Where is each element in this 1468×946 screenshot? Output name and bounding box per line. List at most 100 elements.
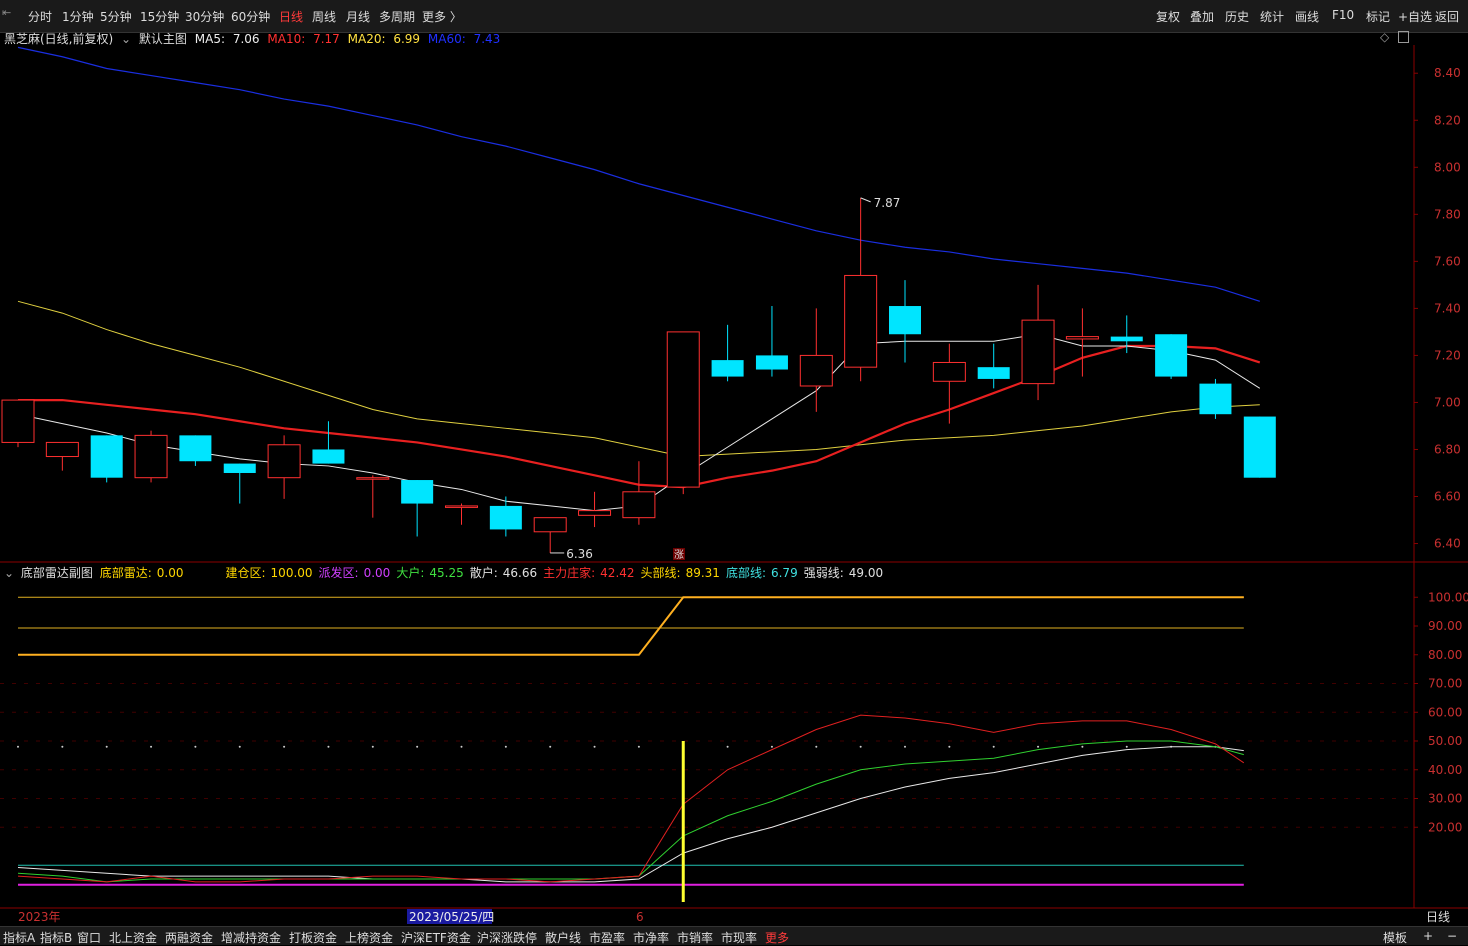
strong-weak-dot xyxy=(815,745,818,748)
annotation-arrow xyxy=(860,197,871,203)
candle-body xyxy=(45,441,79,458)
candle-body xyxy=(622,491,656,519)
strong-weak-dot xyxy=(859,745,862,748)
strong-weak-dot xyxy=(416,745,419,748)
zhang-label: 涨 xyxy=(674,549,684,561)
candle-body xyxy=(977,367,1010,379)
y-tick-label: 8.20 xyxy=(1434,113,1461,127)
candle-body xyxy=(223,463,256,473)
indicator-tab-bar: 指标A 指标B 窗口 北上资金 两融资金 增减持资金 打板资金 上榜资金 沪深ETF资金 沪深涨跌… xyxy=(0,926,1468,945)
template-button[interactable]: 模板 xyxy=(1383,929,1407,946)
strong-weak-dot xyxy=(726,745,729,748)
strong-weak-dot xyxy=(1037,745,1040,748)
y-tick-label: 90.00 xyxy=(1428,619,1462,633)
y-tick-label: 20.00 xyxy=(1428,820,1462,834)
candle-body xyxy=(356,477,390,480)
y-tick-label: 7.20 xyxy=(1434,348,1461,362)
zoom-in-button[interactable]: + xyxy=(1423,929,1433,943)
candle-body xyxy=(1,399,35,443)
strong-weak-dot xyxy=(1125,745,1128,748)
indicator-tab[interactable]: 打板资金 xyxy=(289,929,337,946)
candle-body xyxy=(1021,319,1055,385)
candle-body xyxy=(1065,336,1099,340)
candle-body xyxy=(1155,334,1188,377)
indicator-tab[interactable]: 更多 xyxy=(765,929,789,946)
y-tick-label: 30.00 xyxy=(1428,792,1462,806)
strong-weak-dot xyxy=(150,745,153,748)
indicator-tab[interactable]: 沪深涨跌停 xyxy=(477,929,537,946)
indicator-tab[interactable]: 上榜资金 xyxy=(345,929,393,946)
x-date-label: 2023/05/25/四 xyxy=(409,910,494,924)
candle-body xyxy=(666,331,700,488)
candle-body xyxy=(1110,336,1143,342)
candle-body xyxy=(489,505,522,530)
candle-body xyxy=(445,505,478,508)
y-tick-label: 7.60 xyxy=(1434,254,1461,268)
strong-weak-dot xyxy=(948,745,951,748)
candle-body xyxy=(755,355,788,370)
indicator-tab[interactable]: 指标A xyxy=(3,929,35,946)
y-tick-label: 40.00 xyxy=(1428,763,1462,777)
candle-body xyxy=(179,435,212,462)
y-tick-label: 7.80 xyxy=(1434,207,1461,221)
y-tick-label: 6.60 xyxy=(1434,490,1461,504)
big-holder-line xyxy=(17,740,1244,883)
y-tick-label: 8.40 xyxy=(1434,66,1461,80)
strong-weak-dot xyxy=(904,745,906,748)
candle-body xyxy=(844,274,878,368)
candle-body xyxy=(312,449,345,464)
strong-weak-dot xyxy=(194,745,197,748)
candle-body xyxy=(90,435,123,478)
y-tick-label: 6.80 xyxy=(1434,442,1461,456)
strong-weak-dot xyxy=(460,745,463,748)
y-tick-label: 8.00 xyxy=(1434,160,1461,174)
y-tick-label: 7.40 xyxy=(1434,301,1461,315)
indicator-tab[interactable]: 两融资金 xyxy=(165,929,213,946)
x-month-label: 6 xyxy=(636,910,644,924)
x-year-label: 2023年 xyxy=(18,910,61,924)
kline-chart[interactable]: 8.40 8.20 8.00 7.80 7.60 7.40 7.20 7.00 6.80 6.60… xyxy=(0,0,1468,944)
candle-body xyxy=(1243,416,1276,478)
y-tick-label: 100.00 xyxy=(1428,590,1468,604)
strong-weak-dot xyxy=(504,745,507,748)
candle-body xyxy=(134,434,168,479)
indicator-tab[interactable]: 市现率 xyxy=(721,929,757,946)
strong-weak-dot xyxy=(17,745,19,748)
indicator-tab[interactable]: 散户线 xyxy=(545,929,581,946)
period-label: 日线 xyxy=(1426,910,1450,924)
indicator-tab[interactable]: 市盈率 xyxy=(589,929,625,946)
strong-weak-dot xyxy=(283,745,286,748)
y-tick-label: 80.00 xyxy=(1428,648,1462,662)
candle-body xyxy=(1199,383,1232,415)
ma20-line xyxy=(17,300,1260,458)
y-tick-label: 70.00 xyxy=(1428,677,1462,691)
indicator-tab[interactable]: 窗口 xyxy=(77,929,101,946)
indicator-tab[interactable]: 增减持资金 xyxy=(221,929,281,946)
y-tick-label: 60.00 xyxy=(1428,705,1462,719)
strong-weak-dot xyxy=(1081,745,1084,748)
y-tick-label: 7.00 xyxy=(1434,395,1461,409)
low-annotation: 6.36 xyxy=(566,547,593,561)
strong-weak-dot xyxy=(637,745,640,748)
strong-weak-dot xyxy=(61,745,64,748)
candle-body xyxy=(401,480,434,504)
strong-weak-dot xyxy=(593,745,596,748)
high-annotation: 7.87 xyxy=(874,196,901,210)
candle-body xyxy=(711,360,744,377)
y-tick-label: 50.00 xyxy=(1428,734,1462,748)
strong-weak-dot xyxy=(327,745,330,748)
strong-weak-dot xyxy=(105,745,108,748)
indicator-tab[interactable]: 指标B xyxy=(40,929,72,946)
strong-weak-dot xyxy=(992,745,995,748)
indicator-tab[interactable]: 市净率 xyxy=(633,929,669,946)
ma60-line xyxy=(17,46,1260,302)
build-zone-line xyxy=(18,596,1244,656)
zoom-out-button[interactable]: − xyxy=(1447,929,1457,943)
strong-weak-dot xyxy=(770,745,773,748)
indicator-tab[interactable]: 沪深ETF资金 xyxy=(401,929,471,946)
indicator-tab[interactable]: 市销率 xyxy=(677,929,713,946)
indicator-tab[interactable]: 北上资金 xyxy=(109,929,157,946)
candle-body xyxy=(799,354,833,387)
y-tick-label: 6.40 xyxy=(1434,537,1461,551)
strong-weak-dot xyxy=(238,745,241,748)
